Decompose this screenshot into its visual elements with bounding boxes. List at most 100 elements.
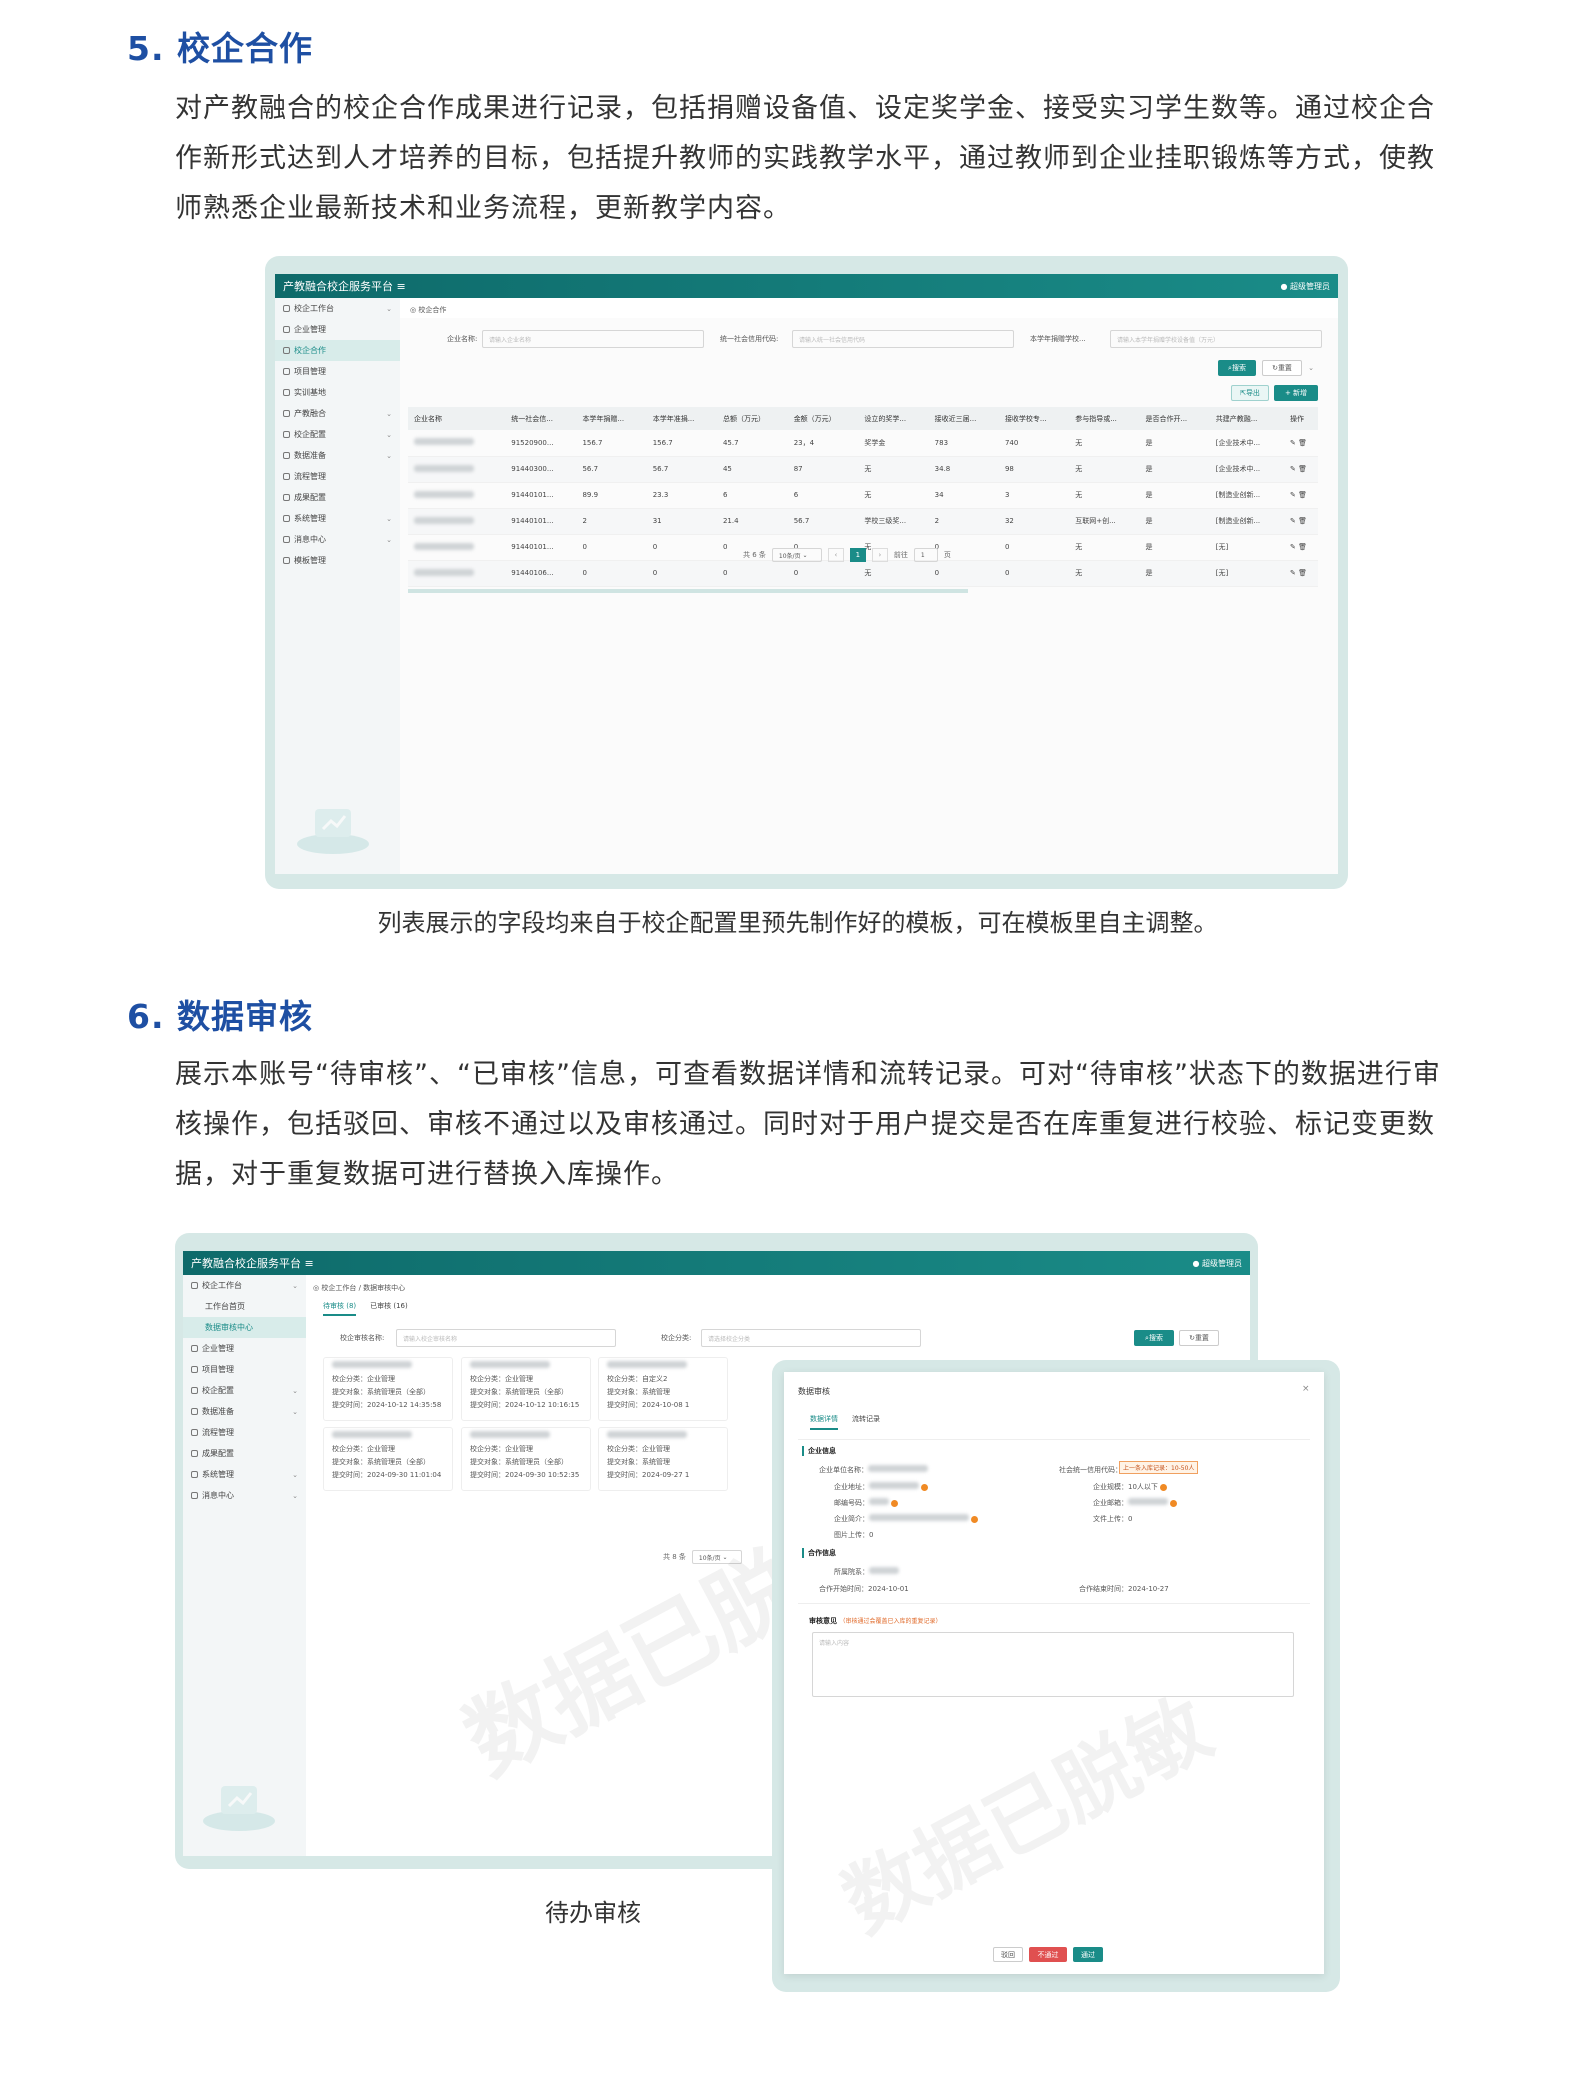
audit-card[interactable]: 校企分类：企业管理 提交对象：系统管理员（全部） 提交时间：2024-09-30 1… bbox=[323, 1427, 453, 1491]
reject-button[interactable]: 驳回 bbox=[993, 1947, 1023, 1962]
table-row[interactable]: 91440101... 2 31 21.4 56.7 学校三级奖... 2 32 互联网+创..… bbox=[408, 508, 1318, 535]
audit-card[interactable]: 校企分类：企业管理 提交对象：系统管理员（全部） 提交时间：2024-09-30 1… bbox=[461, 1427, 591, 1491]
section5-paragraph: 对产教融合的校企合作成果进行记录，包括捐赠设备值、设定奖学金、接受实习学生数等。… bbox=[175, 93, 1435, 224]
illustration-logo-2 bbox=[199, 1776, 279, 1836]
export-button[interactable]: ⇱ 导出 bbox=[1231, 385, 1269, 401]
sidebar-item[interactable]: 企业管理 bbox=[275, 319, 400, 340]
opinion-textarea[interactable]: 请输入内容 bbox=[812, 1632, 1294, 1697]
edit-icon[interactable]: ✎ bbox=[1290, 543, 1296, 551]
sidebar-item[interactable]: 项目管理 bbox=[183, 1359, 306, 1380]
tab-flow-record[interactable]: 流转记录 bbox=[852, 1414, 880, 1430]
sidebar-item[interactable]: 系统管理 ⌄ bbox=[183, 1464, 306, 1485]
changed-marker-icon bbox=[1160, 1483, 1168, 1491]
tab-audited[interactable]: 已审核 (16) bbox=[370, 1301, 408, 1316]
chevron-down-icon[interactable]: ⌄ bbox=[1304, 360, 1318, 376]
sidebar-item[interactable]: 成果配置 bbox=[275, 487, 400, 508]
goto-input[interactable]: 1 bbox=[913, 548, 938, 562]
add-button[interactable]: + 新增 bbox=[1274, 385, 1318, 401]
sidebar-item[interactable]: 校企配置 ⌄ bbox=[183, 1380, 306, 1401]
delete-icon[interactable]: 🗑 bbox=[1298, 439, 1307, 447]
audit-card[interactable]: 校企分类：自定义2 提交对象：系统管理 提交时间：2024-10-08 1 bbox=[598, 1357, 728, 1421]
sidebar-item[interactable]: 系统管理 ⌄ bbox=[275, 508, 400, 529]
table-scrollbar[interactable] bbox=[408, 588, 968, 593]
sidebar-item[interactable]: 实训基地 bbox=[275, 382, 400, 403]
table-cell: 2 bbox=[928, 508, 999, 535]
audit-card[interactable]: 校企分类：企业管理 提交对象：系统管理 提交时间：2024-09-27 1 bbox=[598, 1427, 728, 1491]
table-cell: [制造业创新... bbox=[1209, 508, 1284, 535]
table-row[interactable]: 91520900... 156.7 156.7 45.7 23，4 奖学金 783 740 无是… bbox=[408, 430, 1318, 457]
delete-icon[interactable]: 🗑 bbox=[1298, 465, 1307, 473]
sidebar-item[interactable]: 流程管理 bbox=[183, 1422, 306, 1443]
sidebar-item-label: 消息中心 bbox=[294, 535, 326, 544]
tab-pending[interactable]: 待审核 (8) bbox=[323, 1301, 357, 1316]
next-page-button[interactable]: › bbox=[871, 548, 888, 562]
search-button-2[interactable]: ⌕ 搜索 bbox=[1134, 1330, 1174, 1346]
delete-icon[interactable]: 🗑 bbox=[1298, 517, 1307, 525]
edit-icon[interactable]: ✎ bbox=[1290, 491, 1296, 499]
search-button[interactable]: ⌕ 搜索 bbox=[1218, 360, 1256, 376]
user-menu-2[interactable]: ● 超级管理员 bbox=[1192, 1258, 1242, 1269]
sidebar-item[interactable]: 校企工作台 ⌄ bbox=[275, 298, 400, 319]
tab-data-detail[interactable]: 数据详情 bbox=[810, 1414, 838, 1430]
delete-icon[interactable]: 🗑 bbox=[1298, 569, 1307, 577]
sidebar-item-label: 工作台首页 bbox=[205, 1302, 245, 1311]
sidebar-item[interactable]: 校企配置 ⌄ bbox=[275, 424, 400, 445]
sidebar-item[interactable]: 成果配置 bbox=[183, 1443, 306, 1464]
menu-icon bbox=[191, 1450, 198, 1457]
audit-tabs: 待审核 (8) 已审核 (16) bbox=[323, 1301, 408, 1316]
category-select[interactable]: 请选择校企分类 bbox=[701, 1329, 921, 1347]
table-row[interactable]: 91440101... 89.9 23.3 6 6 无 34 3 无是 [制造业创新... ✎ 🗑 bbox=[408, 482, 1318, 509]
table-cell: 6 bbox=[716, 482, 788, 509]
user-menu[interactable]: ● 超级管理员 bbox=[1280, 281, 1330, 292]
card-line: 校企分类：企业管理 bbox=[332, 1375, 395, 1383]
edit-icon[interactable]: ✎ bbox=[1290, 517, 1296, 525]
sidebar-item[interactable]: 数据审核中心 bbox=[183, 1317, 306, 1338]
table-cell: 0 bbox=[646, 534, 717, 561]
sidebar-item[interactable]: 数据准备 ⌄ bbox=[183, 1401, 306, 1422]
table-row[interactable]: 91440106... 0 0 0 0 无 0 0 无是 [无] ✎ 🗑 bbox=[408, 560, 1318, 587]
sidebar-item[interactable]: 模板管理 bbox=[275, 550, 400, 571]
table-cell: 奖学金 bbox=[858, 430, 929, 457]
sidebar-item[interactable]: 消息中心 ⌄ bbox=[183, 1485, 306, 1506]
edit-icon[interactable]: ✎ bbox=[1290, 465, 1296, 473]
donate-input[interactable]: 请输入本学年捐赠学校设备值（万元） bbox=[1110, 330, 1322, 348]
sidebar-item[interactable]: 流程管理 bbox=[275, 466, 400, 487]
card-line: 校企分类：企业管理 bbox=[607, 1445, 670, 1453]
edit-icon[interactable]: ✎ bbox=[1290, 569, 1296, 577]
page-1-button[interactable]: 1 bbox=[849, 548, 866, 562]
sidebar-item[interactable]: 项目管理 bbox=[275, 361, 400, 382]
sidebar-item[interactable]: 产教融合 ⌄ bbox=[275, 403, 400, 424]
sidebar-item[interactable]: 校企工作台 ⌄ bbox=[183, 1275, 306, 1296]
delete-icon[interactable]: 🗑 bbox=[1298, 543, 1307, 551]
sidebar-item[interactable]: 校企合作 bbox=[275, 340, 400, 361]
table-row[interactable]: 91440300... 56.7 56.7 45 87 无 34.8 98 无是 [企业技术中..… bbox=[408, 456, 1318, 483]
card-line: 提交时间：2024-09-30 10:52:35 bbox=[470, 1471, 580, 1479]
audit-card[interactable]: 校企分类：企业管理 提交对象：系统管理员（全部） 提交时间：2024-10-12 1… bbox=[461, 1357, 591, 1421]
sidebar-item[interactable]: 消息中心 ⌄ bbox=[275, 529, 400, 550]
column-header: 接收学校专... bbox=[998, 407, 1070, 430]
table-cell: 学校三级奖... bbox=[858, 508, 929, 535]
audit-card[interactable]: 校企分类：企业管理 提交对象：系统管理员（全部） 提交时间：2024-10-12 1… bbox=[323, 1357, 453, 1421]
reset-button[interactable]: ↻ 重置 bbox=[1262, 360, 1302, 376]
sidebar-item[interactable]: 工作台首页 bbox=[183, 1296, 306, 1317]
prev-page-button[interactable]: ‹ bbox=[827, 548, 844, 562]
chevron-down-icon: ⌄ bbox=[292, 1491, 298, 1500]
delete-icon[interactable]: 🗑 bbox=[1298, 491, 1307, 499]
sidebar-item[interactable]: 数据准备 ⌄ bbox=[275, 445, 400, 466]
audit-name-input[interactable]: 请输入校企审核名称 bbox=[396, 1329, 616, 1347]
sidebar-item[interactable]: 企业管理 bbox=[183, 1338, 306, 1359]
cooperation-table: 企业名称 统一社会信... 本学年捐赠... 本学年准捐... 总额（万元） 金额（万元）… bbox=[408, 407, 1318, 593]
column-header: 接收近三届... bbox=[928, 407, 999, 430]
edit-icon[interactable]: ✎ bbox=[1290, 439, 1296, 447]
table-cell: 是 bbox=[1139, 560, 1210, 587]
close-icon[interactable]: × bbox=[1302, 1384, 1310, 1394]
company-input[interactable]: 请输入企业名称 bbox=[482, 330, 704, 348]
pass-button[interactable]: 通过 bbox=[1073, 1947, 1103, 1962]
credit-input[interactable]: 请输入统一社会信用代码 bbox=[792, 330, 1014, 348]
reset-button-2[interactable]: ↻ 重置 bbox=[1179, 1330, 1219, 1346]
page-size-select[interactable]: 10条/页 ⌄ bbox=[771, 548, 822, 562]
company-name-cell bbox=[408, 430, 506, 457]
sidebar-item-label: 校企配置 bbox=[202, 1386, 234, 1395]
fail-button[interactable]: 不通过 bbox=[1029, 1947, 1067, 1962]
sidebar-2: 校企工作台 ⌄ 工作台首页 数据审核中心 企业管理 项目管理 校企配置 ⌄ 数据准备 ⌄ 流程管理成… bbox=[183, 1275, 306, 1856]
